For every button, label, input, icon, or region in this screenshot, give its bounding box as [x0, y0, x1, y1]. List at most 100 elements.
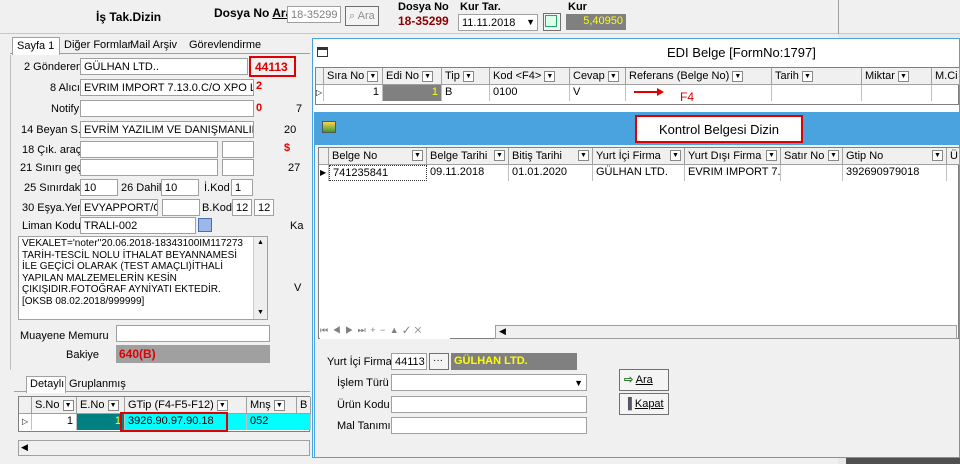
edi-cell-sira[interactable]: 1 [324, 85, 383, 101]
filter-dropdown-icon[interactable]: ▼ [273, 399, 285, 411]
detail-cell-eno[interactable]: 1 [77, 414, 125, 430]
filter-islem-select[interactable]: ▼ [391, 374, 587, 391]
tab-diger-formlar[interactable]: Diğer Formlar [64, 39, 131, 51]
filter-dropdown-icon[interactable]: ▼ [462, 70, 474, 82]
bkod-field-1[interactable]: 12 [232, 199, 252, 216]
kontrol-col-gtip[interactable]: Gtip No ▼ [843, 148, 947, 165]
filter-dropdown-icon[interactable]: ▼ [216, 399, 228, 411]
edi-col-kod[interactable]: Kod <F4> ▼ [490, 68, 570, 85]
liman-field[interactable]: TRALI-002 [80, 217, 196, 234]
filter-dropdown-icon[interactable]: ▼ [494, 150, 505, 161]
kontrol-cell-satir[interactable] [781, 165, 843, 181]
ikod-field[interactable]: 1 [231, 179, 253, 196]
cik-arac-field[interactable] [80, 141, 218, 158]
filter-dropdown-icon[interactable]: ▼ [670, 150, 681, 161]
muayene-field[interactable] [116, 325, 270, 342]
filter-dropdown-icon[interactable]: ▼ [828, 150, 839, 161]
edi-cell-tip[interactable]: B [442, 85, 490, 101]
kontrol-cell-yurt-ici[interactable]: GÜLHAN LTD. [593, 165, 685, 181]
ara-button[interactable]: ⇨ Ara [619, 369, 669, 391]
filter-lookup-button[interactable]: ··· [429, 353, 449, 370]
esya-field[interactable]: EVYAPPORT/G [80, 199, 158, 216]
edi-cell-cevap[interactable]: V [570, 85, 626, 101]
edi-cell-miktar[interactable] [862, 85, 932, 101]
tab-gorevlendirme[interactable]: Görevlendirme [189, 39, 261, 51]
kontrol-cell-belge-tarihi[interactable]: 09.11.2018 [427, 165, 509, 181]
kontrol-navigator[interactable]: ⏮ ◀ ▶ ⏭ + − ▲ ✓ ✕ [320, 325, 450, 339]
scroll-left-icon[interactable]: ◀ [499, 326, 506, 337]
edi-col-edi[interactable]: Edi No ▼ [383, 68, 442, 85]
filter-dropdown-icon[interactable]: ▼ [932, 150, 943, 161]
kontrol-col-yurt-ici[interactable]: Yurt İçi Firma ▼ [593, 148, 685, 165]
kontrol-col-yurt-disi[interactable]: Yurt Dışı Firma ▼ [685, 148, 781, 165]
edi-cell-kod[interactable]: 0100 [490, 85, 570, 101]
filter-dropdown-icon[interactable]: ▼ [422, 70, 434, 82]
filter-dropdown-icon[interactable]: ▼ [607, 70, 619, 82]
kontrol-col-satir[interactable]: Satır No ▼ [781, 148, 843, 165]
filter-dropdown-icon[interactable]: ▼ [801, 70, 813, 82]
filter-dropdown-icon[interactable]: ▼ [62, 399, 74, 411]
dosya-search-button[interactable]: ⌕ Ara [345, 6, 379, 26]
esya-field-2[interactable] [162, 199, 200, 216]
detail-col-b[interactable]: B [297, 397, 311, 414]
detail-hscrollbar[interactable]: ◀ [18, 440, 310, 456]
sinir-gec-field[interactable] [80, 159, 218, 176]
filter-dropdown-icon[interactable]: ▼ [367, 70, 379, 82]
tab-gruplanmis[interactable]: Gruplanmış [69, 378, 126, 390]
kontrol-cell-bitis[interactable]: 01.01.2020 [509, 165, 593, 181]
detail-cell-mns[interactable]: 052 [247, 414, 311, 430]
filter-dropdown-icon[interactable]: ▼ [766, 150, 777, 161]
tab-mail-arsiv[interactable]: Mail Arşiv [130, 39, 177, 51]
bkod-field-2[interactable]: 12 [254, 199, 274, 216]
edi-col-referans[interactable]: Referans (Belge No) ▼ [626, 68, 772, 85]
edi-col-tarih[interactable]: Tarih ▼ [772, 68, 862, 85]
gonderen-field[interactable]: GÜLHAN LTD.. [80, 58, 248, 75]
edi-cell-edi[interactable]: 1 [383, 85, 442, 101]
filter-mal-field[interactable] [391, 417, 587, 434]
kontrol-col-belge-tarihi[interactable]: Belge Tarihi ▼ [427, 148, 509, 165]
beyan-field[interactable]: EVRİM YAZILIM VE DANIŞMANLIK [80, 121, 254, 138]
edi-col-sira[interactable]: Sıra No ▼ [324, 68, 383, 85]
scroll-left-icon[interactable]: ◀ [21, 442, 28, 453]
filter-dropdown-icon[interactable]: ▼ [107, 399, 119, 411]
filter-urun-field[interactable] [391, 396, 587, 413]
calendar-button[interactable] [543, 13, 561, 31]
tab-detayli[interactable]: Detaylı [26, 376, 66, 393]
alici-field[interactable]: EVRIM IMPORT 7.13.0.C/O XPO LOG [80, 79, 254, 96]
dosya-search-input[interactable]: 18-35299 [287, 6, 341, 23]
edi-col-tip[interactable]: Tip ▼ [442, 68, 490, 85]
kapat-button[interactable]: ▐ Kapat [619, 393, 669, 415]
chevron-down-icon[interactable]: ▼ [526, 15, 535, 29]
kontrol-cell-yurt-disi[interactable]: EVRIM IMPORT 7.1: [685, 165, 781, 181]
filter-dropdown-icon[interactable]: ▼ [578, 150, 589, 161]
filter-dropdown-icon[interactable]: ▼ [544, 70, 556, 82]
memo-scrollbar[interactable]: ▲ ▼ [253, 237, 267, 319]
kontrol-col-bitis[interactable]: Bitiş Tarihi ▼ [509, 148, 593, 165]
detail-col-eno[interactable]: E.No ▼ [77, 397, 125, 414]
chevron-down-icon[interactable]: ▼ [574, 376, 583, 390]
sinir-gec-field-2[interactable] [222, 159, 254, 176]
kur-tar-field[interactable]: 11.11.2018 ▼ [458, 14, 538, 31]
kontrol-cell-gtip[interactable]: 392690979018 [843, 165, 947, 181]
kontrol-cell-belge-no[interactable]: 741235841 [329, 165, 427, 181]
kontrol-col-belge-no[interactable]: Belge No ▼ [329, 148, 427, 165]
cik-arac-field-2[interactable] [222, 141, 254, 158]
filter-yurt-ici-code[interactable]: 44113 [391, 353, 427, 370]
sinirdaki-field[interactable]: 10 [80, 179, 118, 196]
detail-col-sno[interactable]: S.No ▼ [32, 397, 77, 414]
edi-col-miktar[interactable]: Miktar ▼ [862, 68, 932, 85]
edi-col-mci[interactable]: M.Ci [932, 68, 960, 85]
filter-dropdown-icon[interactable]: ▼ [412, 150, 423, 161]
kontrol-col-u[interactable]: Ü [947, 148, 960, 165]
notify-field[interactable] [80, 100, 254, 117]
dahili-field[interactable]: 10 [161, 179, 199, 196]
filter-dropdown-icon[interactable]: ▼ [732, 70, 744, 82]
detail-cell-sno[interactable]: 1 [32, 414, 77, 430]
tab-sayfa1[interactable]: Sayfa 1 [12, 37, 60, 55]
memo-field[interactable]: VEKALET='noter''20.06.2018-18343100IM117… [18, 236, 268, 320]
kontrol-hscrollbar[interactable]: ◀ [495, 325, 957, 339]
edi-col-cevap[interactable]: Cevap ▼ [570, 68, 626, 85]
scroll-down-icon[interactable]: ▼ [254, 307, 267, 319]
edi-cell-referans[interactable]: F4 [626, 85, 772, 104]
detail-col-mns[interactable]: Mnş ▼ [247, 397, 297, 414]
